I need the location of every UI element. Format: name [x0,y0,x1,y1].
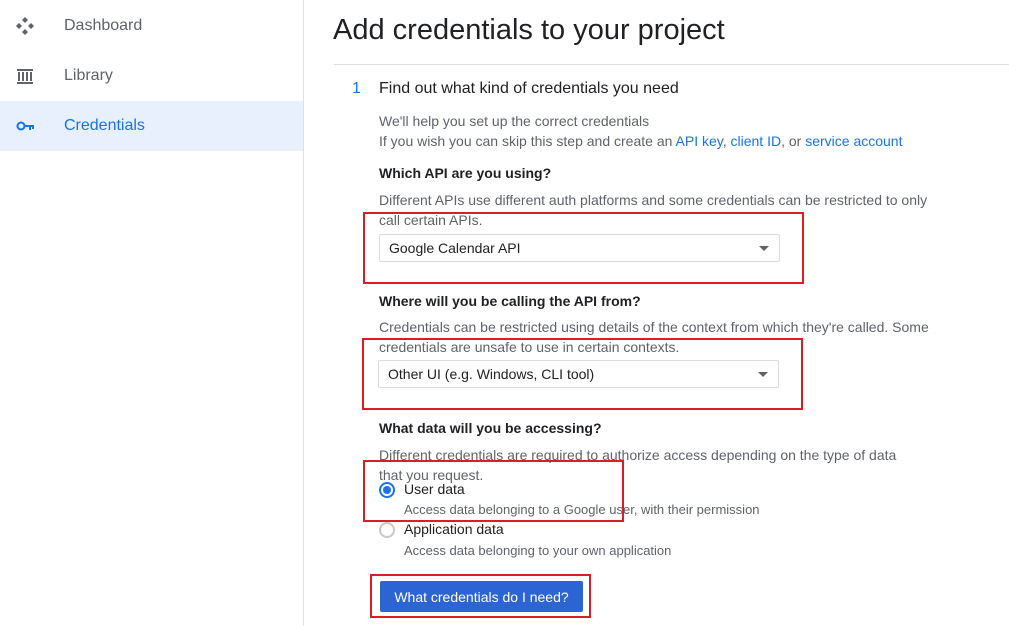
step-skip-text: If you wish you can skip this step and c… [379,133,903,149]
library-icon [14,65,36,87]
highlight-box-button [370,574,591,618]
application-data-radio[interactable] [379,522,395,538]
highlight-box-api [363,212,804,284]
client-id-link[interactable]: client ID [731,133,782,149]
sidebar-item-dashboard[interactable]: Dashboard [0,1,303,51]
highlight-box-user-data [363,460,624,522]
sidebar-item-credentials[interactable]: Credentials [0,101,303,151]
api-key-link[interactable]: API key [676,133,723,149]
page-title: Add credentials to your project [333,14,725,46]
step-title: Find out what kind of credentials you ne… [379,80,679,97]
sidebar-item-label: Credentials [64,117,145,134]
service-account-link[interactable]: service account [805,133,902,149]
key-icon [14,115,36,137]
title-divider [334,64,1009,65]
application-data-desc: Access data belonging to your own applic… [404,543,672,558]
highlight-box-calling [362,338,803,410]
data-question-label: What data will you be accessing? [379,420,602,436]
application-data-label[interactable]: Application data [404,521,504,537]
step-intro: We'll help you set up the correct creden… [379,113,650,129]
dashboard-icon [14,15,36,37]
sidebar-item-label: Dashboard [64,17,143,34]
sidebar-item-library[interactable]: Library [0,51,303,101]
sidebar: Dashboard Library Credentials [0,0,304,626]
step-number: 1 [352,80,361,97]
sidebar-item-label: Library [64,67,113,84]
api-question-label: Which API are you using? [379,165,552,181]
calling-question-label: Where will you be calling the API from? [379,293,641,309]
main-content: Add credentials to your project 1 Find o… [304,0,1009,626]
